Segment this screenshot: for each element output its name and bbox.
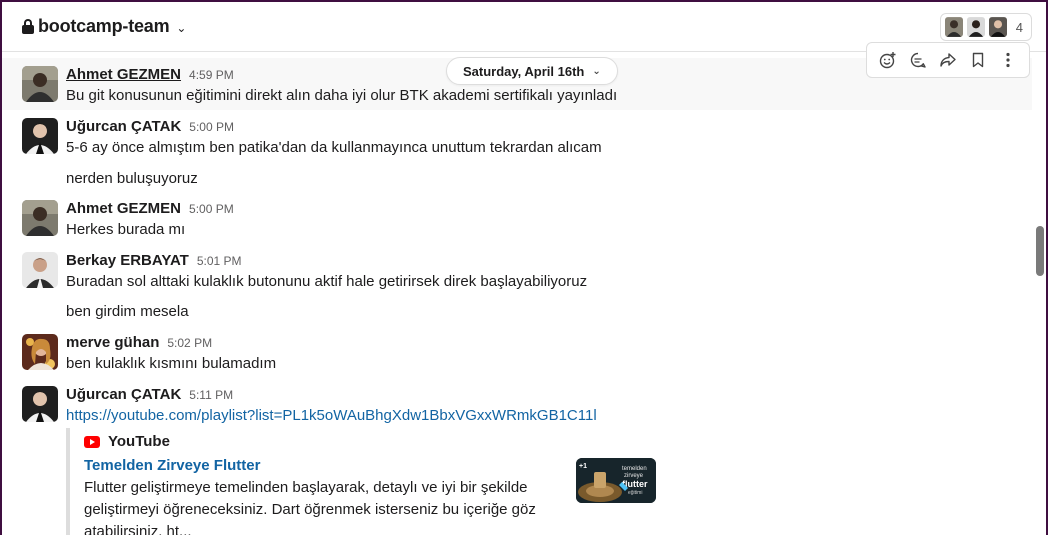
channel-name-button[interactable]: bootcamp-team ⌄ — [22, 16, 186, 37]
member-avatar — [987, 16, 1008, 38]
message-author[interactable]: Uğurcan ÇATAK — [66, 386, 181, 403]
message-text: 5-6 ay önce almıştım ben patika'dan da k… — [66, 139, 602, 156]
message-timestamp[interactable]: 5:02 PM — [167, 336, 212, 350]
member-count: 4 — [1015, 19, 1023, 35]
message-timestamp[interactable]: 5:01 PM — [197, 254, 242, 268]
lock-icon — [22, 18, 34, 35]
link-preview: YouTube Temelden Zirveye Flutter Flutter… — [66, 428, 666, 535]
video-thumbnail[interactable]: +1 temelden zirveye flutter eğitimi — [576, 458, 656, 503]
date-divider-button[interactable]: Saturday, April 16th ⌄ — [446, 57, 618, 85]
thumbnail-image: +1 temelden zirveye flutter eğitimi — [576, 458, 656, 503]
message-timestamp[interactable]: 5:00 PM — [189, 120, 234, 134]
avatar[interactable] — [22, 386, 58, 422]
message-author[interactable]: Berkay ERBAYAT — [66, 252, 189, 269]
message-timestamp[interactable]: 4:59 PM — [189, 68, 234, 82]
message-text: ben girdim mesela — [66, 303, 189, 320]
member-avatar — [943, 16, 964, 38]
preview-service-name: YouTube — [108, 433, 170, 450]
reply-thread-icon[interactable] — [906, 48, 930, 72]
date-label: Saturday, April 16th — [463, 63, 585, 79]
add-reaction-icon[interactable] — [876, 48, 900, 72]
message: Berkay ERBAYAT 5:01 PM Buradan sol altta… — [2, 244, 1032, 326]
message-text: nerden buluşuyoruz — [66, 170, 198, 187]
message: Ahmet GEZMEN 5:00 PM Herkes burada mı — [2, 192, 1032, 244]
message-author[interactable]: Ahmet GEZMEN — [66, 200, 181, 217]
bookmark-icon[interactable] — [966, 48, 990, 72]
thumbnail-text: temelden — [622, 466, 647, 472]
youtube-icon — [84, 435, 100, 448]
message-author[interactable]: Ahmet GEZMEN — [66, 66, 181, 83]
members-button[interactable]: 4 — [939, 13, 1032, 41]
channel-name: bootcamp-team — [38, 16, 170, 36]
preview-title-link[interactable]: Temelden Zirveye Flutter — [84, 457, 260, 474]
member-avatar — [965, 16, 986, 38]
thumbnail-badge: +1 — [579, 463, 587, 470]
scrollbar-thumb[interactable] — [1036, 226, 1044, 276]
message-text: Buradan sol alttaki kulaklık butonunu ak… — [66, 273, 588, 290]
message-author[interactable]: merve gühan — [66, 334, 159, 351]
avatar[interactable] — [22, 66, 58, 102]
message-text: ben kulaklık kısmını bulamadım — [66, 355, 277, 372]
chevron-down-icon: ⌄ — [592, 65, 601, 77]
share-icon[interactable] — [936, 48, 960, 72]
message-timestamp[interactable]: 5:11 PM — [189, 388, 233, 402]
thumbnail-text: eğitimi — [628, 490, 642, 496]
chevron-down-icon: ⌄ — [176, 20, 187, 35]
message: merve gühan 5:02 PM ben kulaklık kısmını… — [2, 326, 1032, 378]
message-link[interactable]: https://youtube.com/playlist?list=PL1k5o… — [66, 407, 597, 424]
avatar[interactable] — [22, 252, 58, 288]
avatar[interactable] — [22, 200, 58, 236]
avatar[interactable] — [22, 334, 58, 370]
message-text: Herkes burada mı — [66, 221, 186, 238]
more-vertical-icon[interactable] — [996, 48, 1020, 72]
message-actions-toolbar — [866, 42, 1030, 78]
message-text: Bu git konusunun eğitimini direkt alın d… — [66, 87, 618, 104]
message: Uğurcan ÇATAK 5:00 PM 5-6 ay önce almışt… — [2, 110, 1032, 190]
avatar[interactable] — [22, 118, 58, 154]
message-author[interactable]: Uğurcan ÇATAK — [66, 118, 181, 135]
message-timestamp[interactable]: 5:00 PM — [189, 202, 234, 216]
preview-description: Flutter geliştirmeye temelinden başlayar… — [84, 479, 536, 535]
